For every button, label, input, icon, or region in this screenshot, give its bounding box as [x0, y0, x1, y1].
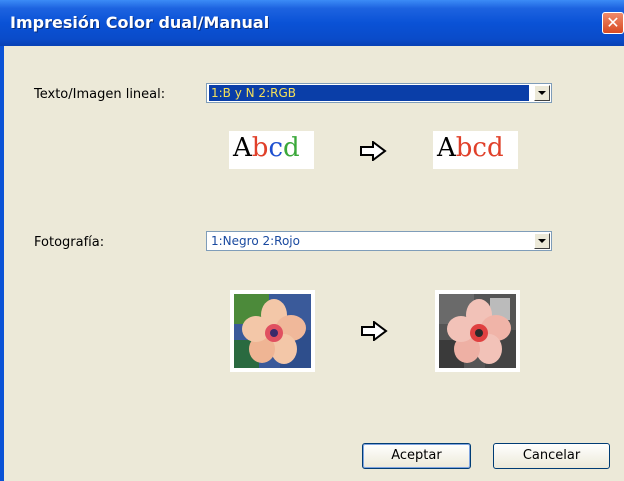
sample-letter-d: d — [283, 133, 300, 163]
close-button[interactable]: ✕ — [602, 12, 624, 34]
text-sample-before-glyphs: Abcd — [233, 134, 300, 162]
ok-button[interactable]: Aceptar — [362, 443, 471, 469]
text-color-dropdown[interactable]: 1:B y N 2:RGB — [206, 83, 552, 103]
photo-sample-after — [435, 290, 520, 372]
right-arrow-icon — [360, 141, 387, 161]
text-sample-after: Abcd — [433, 131, 518, 169]
text-image-label: Texto/Imagen lineal: — [34, 87, 166, 102]
text-color-selected-value: 1:B y N 2:RGB — [209, 85, 529, 101]
sample-letter-c: c — [268, 133, 283, 163]
text-sample-before: Abcd — [229, 131, 314, 169]
dialog-window: Impresión Color dual/Manual ✕ Texto/Imag… — [0, 0, 624, 481]
chevron-down-icon[interactable] — [534, 85, 550, 101]
sample-after-letters-bcd: bcd — [455, 133, 504, 163]
window-frame-left — [0, 46, 4, 481]
photo-label: Fotografía: — [34, 235, 105, 250]
cancel-button[interactable]: Cancelar — [493, 443, 610, 469]
photo-color-dropdown[interactable]: 1:Negro 2:Rojo — [206, 231, 552, 251]
right-arrow-icon — [361, 321, 388, 341]
sample-after-letter-a: A — [437, 133, 456, 163]
close-icon: ✕ — [606, 13, 620, 32]
title-bar[interactable]: Impresión Color dual/Manual ✕ — [0, 0, 624, 46]
sample-letter-a: A — [233, 133, 252, 163]
photo-color-selected-value: 1:Negro 2:Rojo — [211, 234, 300, 248]
chevron-down-icon[interactable] — [534, 233, 550, 249]
window-title: Impresión Color dual/Manual — [10, 13, 270, 32]
photo-sample-before — [230, 290, 315, 372]
text-sample-after-glyphs: Abcd — [437, 134, 504, 162]
sample-letter-b: b — [251, 133, 269, 163]
